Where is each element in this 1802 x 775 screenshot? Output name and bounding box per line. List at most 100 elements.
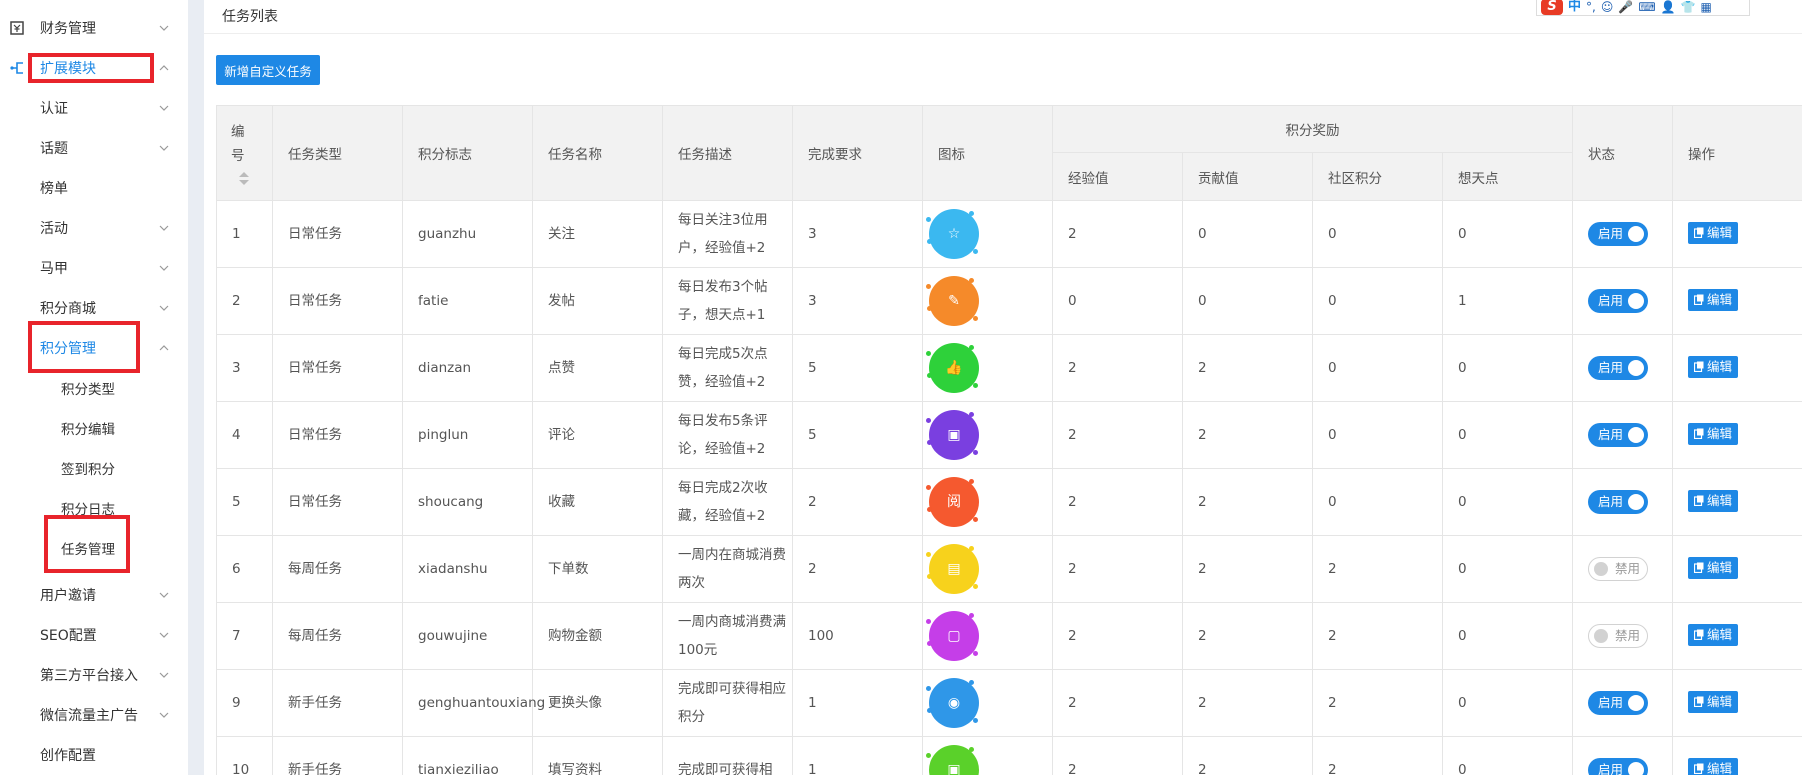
- cell-type: 日常任务: [272, 468, 403, 536]
- sidebar-item[interactable]: 财务管理: [0, 8, 188, 48]
- edit-button[interactable]: 编辑: [1688, 221, 1739, 244]
- cell-community: 2: [1312, 736, 1443, 775]
- edit-button[interactable]: 编辑: [1688, 556, 1739, 579]
- sort-icon[interactable]: [239, 172, 249, 186]
- sidebar-item[interactable]: 签到积分: [0, 448, 188, 488]
- sidebar-item[interactable]: 马甲: [0, 248, 188, 288]
- highlight-box: [28, 53, 154, 83]
- cell-action: 编辑: [1672, 669, 1802, 737]
- sidebar-item[interactable]: 第三方平台接入: [0, 655, 188, 695]
- sogou-logo-icon[interactable]: S: [1541, 0, 1563, 15]
- edit-button-label: 编辑: [1707, 492, 1733, 508]
- cell-type: 新手任务: [272, 736, 403, 775]
- sidebar-item[interactable]: 榜单: [0, 168, 188, 208]
- sidebar-item[interactable]: 积分编辑: [0, 408, 188, 448]
- cell-exp: 2: [1052, 669, 1183, 737]
- edit-button-label: 编辑: [1707, 760, 1733, 775]
- cell-name: 收藏: [532, 468, 663, 536]
- cell-points: 0: [1442, 736, 1573, 775]
- cell-mark: fatie: [402, 267, 533, 335]
- edit-button[interactable]: 编辑: [1688, 422, 1739, 445]
- edit-button[interactable]: 编辑: [1688, 690, 1739, 713]
- cell-name: 填写资料: [532, 736, 663, 775]
- cell-contrib: 0: [1182, 267, 1313, 335]
- col-header-req: 完成要求: [792, 105, 923, 201]
- status-toggle[interactable]: 启用: [1588, 423, 1648, 447]
- status-toggle-label: 启用: [1598, 293, 1624, 308]
- sidebar: 财务管理 扩展模块 认证 话题 榜单 活动 马甲 积分商城 积分管理 积分类型 积分编辑 签到积分 积分…: [0, 0, 188, 775]
- ime-toolbar[interactable]: S 中 °, ☺ 🎤 ⌨ 👤 👕 ▦: [1536, 0, 1750, 16]
- cell-req: 2: [792, 468, 923, 536]
- sidebar-item[interactable]: 积分类型: [0, 368, 188, 408]
- chevron-down-icon: [158, 22, 170, 34]
- col-header-no[interactable]: 编号: [216, 105, 273, 201]
- cell-type: 每周任务: [272, 602, 403, 670]
- cell-type: 每周任务: [272, 535, 403, 603]
- status-toggle-label: 启用: [1598, 360, 1624, 375]
- sidebar-item[interactable]: SEO配置: [0, 615, 188, 655]
- status-toggle[interactable]: 禁用: [1588, 624, 1648, 648]
- status-toggle[interactable]: 启用: [1588, 758, 1648, 775]
- decorative-dot: [927, 641, 932, 646]
- star-icon: ☆: [926, 209, 979, 259]
- keyboard-icon[interactable]: ⌨: [1638, 0, 1655, 15]
- sidebar-item[interactable]: 认证: [0, 88, 188, 128]
- chevron-down-icon: [158, 589, 170, 601]
- cell-contrib: 2: [1182, 334, 1313, 402]
- status-toggle[interactable]: 禁用: [1588, 557, 1648, 581]
- cell-name: 购物金额: [532, 602, 663, 670]
- cell-exp: 2: [1052, 468, 1183, 536]
- toggle-knob: [1628, 293, 1644, 309]
- cell-points: 0: [1442, 200, 1573, 268]
- cell-points: 0: [1442, 468, 1573, 536]
- status-toggle-label: 启用: [1598, 494, 1624, 509]
- grid-icon[interactable]: ▦: [1701, 0, 1712, 15]
- cell-icon: ▣: [922, 401, 1053, 469]
- edit-button[interactable]: 编辑: [1688, 489, 1739, 512]
- sidebar-item[interactable]: 创作配置: [0, 735, 188, 775]
- toggle-knob: [1628, 427, 1644, 443]
- cell-no: 3: [216, 334, 273, 402]
- cell-no: 2: [216, 267, 273, 335]
- decorative-dot: [973, 584, 978, 589]
- cell-status: 启用: [1572, 267, 1673, 335]
- add-custom-task-button[interactable]: 新增自定义任务: [216, 55, 320, 85]
- shirt-icon[interactable]: 👕: [1681, 0, 1696, 15]
- edit-button[interactable]: 编辑: [1688, 757, 1739, 775]
- cell-icon: 阅: [922, 468, 1053, 536]
- cell-points: 0: [1442, 334, 1573, 402]
- edit-button[interactable]: 编辑: [1688, 623, 1739, 646]
- sidebar-item[interactable]: 活动: [0, 208, 188, 248]
- cell-name: 发帖: [532, 267, 663, 335]
- emoji-icon[interactable]: ☺: [1601, 0, 1614, 15]
- sidebar-item[interactable]: 用户邀请: [0, 575, 188, 615]
- table-row: 5 日常任务 shoucang 收藏 每日完成2次收藏，经验值+2 2 阅 2 2 0 0 启用 编辑: [216, 468, 1802, 536]
- edit-button[interactable]: 编辑: [1688, 288, 1739, 311]
- sidebar-item-label: 积分编辑: [61, 422, 115, 438]
- ime-lang-toggle[interactable]: 中: [1568, 0, 1581, 15]
- col-header-mark: 积分标志: [402, 105, 533, 201]
- sidebar-item[interactable]: 话题: [0, 128, 188, 168]
- decorative-dot: [926, 619, 931, 624]
- chevron-down-icon: [158, 262, 170, 274]
- cell-desc: 完成即可获得相: [662, 736, 793, 775]
- sidebar-item-label: 用户邀请: [40, 588, 96, 604]
- status-toggle[interactable]: 启用: [1588, 490, 1648, 514]
- edit-button[interactable]: 编辑: [1688, 355, 1739, 378]
- ime-punct-toggle[interactable]: °,: [1586, 0, 1596, 15]
- status-toggle[interactable]: 启用: [1588, 289, 1648, 313]
- user-icon[interactable]: 👤: [1661, 0, 1676, 15]
- cell-no: 6: [216, 535, 273, 603]
- status-toggle[interactable]: 启用: [1588, 356, 1648, 380]
- sidebar-item[interactable]: 微信流量主广告: [0, 695, 188, 735]
- task-icon-glyph: ▤: [947, 561, 961, 577]
- status-toggle[interactable]: 启用: [1588, 222, 1648, 246]
- decorative-dot: [969, 747, 974, 752]
- main-content: 任务列表 S 中 °, ☺ 🎤 ⌨ 👤 👕 ▦ 新增自定义任务 编号 任务类型 …: [204, 0, 1802, 775]
- status-toggle[interactable]: 启用: [1588, 691, 1648, 715]
- cell-desc: 一周内在商城消费两次: [662, 535, 793, 603]
- toggle-knob: [1594, 629, 1608, 643]
- microphone-icon[interactable]: 🎤: [1618, 0, 1633, 15]
- edit-icon: [1694, 629, 1704, 640]
- sidebar-item-label: 创作配置: [40, 748, 96, 764]
